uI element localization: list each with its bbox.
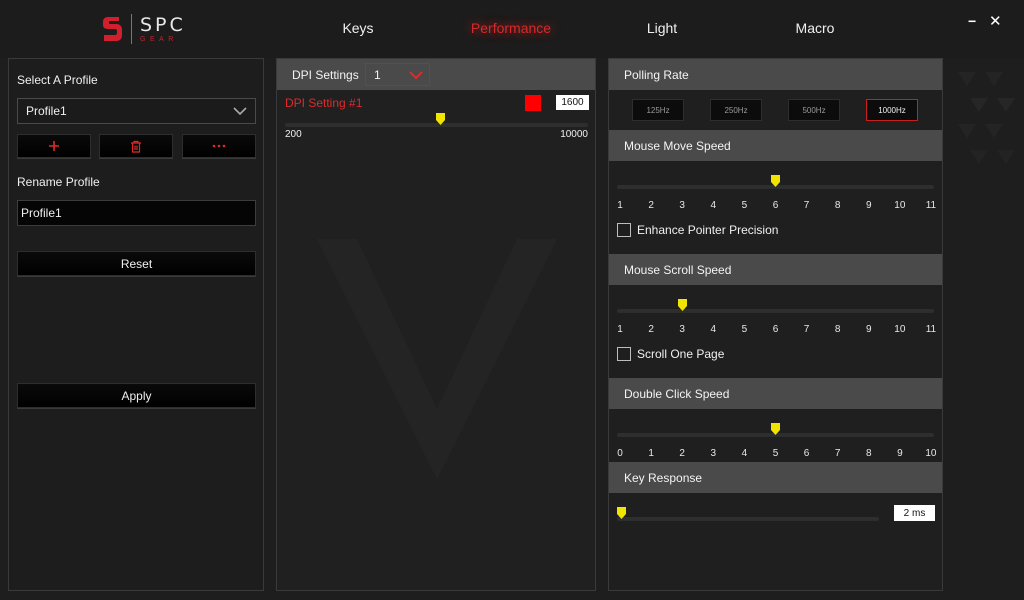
rename-profile-label: Rename Profile: [17, 175, 100, 189]
profile-dropdown[interactable]: Profile1: [17, 98, 256, 124]
key-response-value[interactable]: 2 ms: [894, 505, 935, 521]
spc-logo-mark-icon: [103, 17, 122, 41]
polling-500hz-button[interactable]: 500Hz: [788, 99, 840, 121]
dpi-value-input[interactable]: 1600: [556, 95, 589, 110]
double-click-ticks: 0 1 2 3 4 5 6 7 8 9 10: [617, 448, 937, 459]
spc-gear-logo: SPC GEAR: [100, 12, 186, 46]
polling-1000hz-button[interactable]: 1000Hz: [866, 99, 918, 121]
chevron-down-icon: [233, 107, 247, 116]
scroll-speed-ticks: 1 2 3 4 5 6 7 8 9 10 11: [617, 324, 937, 335]
ellipsis-icon: [212, 144, 226, 148]
apply-button[interactable]: Apply: [17, 383, 256, 408]
move-speed-thumb[interactable]: [771, 175, 780, 187]
scroll-speed-track[interactable]: [617, 309, 934, 313]
more-options-button[interactable]: [182, 134, 256, 158]
scroll-speed-header: Mouse Scroll Speed: [609, 254, 942, 285]
move-speed-ticks: 1 2 3 4 5 6 7 8 9 10 11: [617, 200, 937, 211]
chevron-down-icon: [409, 71, 423, 80]
minimize-button[interactable]: −: [968, 14, 976, 28]
tab-light[interactable]: Light: [647, 20, 677, 36]
dpi-max-label: 10000: [560, 129, 588, 140]
dpi-level-dropdown[interactable]: 1: [365, 63, 430, 86]
dpi-level-value: 1: [374, 67, 381, 82]
dpi-settings-title: DPI Settings: [292, 67, 359, 82]
polling-125hz-button[interactable]: 125Hz: [632, 99, 684, 121]
trash-icon: [131, 140, 141, 153]
key-response-header: Key Response: [609, 462, 942, 493]
scroll-one-page-checkbox[interactable]: [617, 347, 631, 361]
dpi-setting-label: DPI Setting #1: [285, 96, 363, 110]
dpi-slider-thumb[interactable]: [436, 113, 446, 125]
dpi-color-swatch[interactable]: [525, 95, 541, 111]
dpi-panel: DPI Settings 1 DPI Setting #1 1600 200 1…: [276, 58, 596, 591]
dpi-settings-header: DPI Settings 1: [277, 59, 595, 90]
enhance-pointer-precision-checkbox[interactable]: [617, 223, 631, 237]
polling-rate-header: Polling Rate: [609, 59, 942, 90]
title-bar: SPC GEAR Keys Performance Light Macro − …: [0, 0, 1024, 58]
plus-icon: [49, 141, 59, 151]
profile-panel: Select A Profile Profile1 Rename Profile…: [8, 58, 264, 591]
key-response-thumb[interactable]: [617, 507, 626, 519]
move-speed-header: Mouse Move Speed: [609, 130, 942, 161]
reset-button[interactable]: Reset: [17, 251, 256, 276]
close-button[interactable]: ✕: [989, 14, 1002, 29]
tab-macro[interactable]: Macro: [796, 20, 835, 36]
select-profile-label: Select A Profile: [17, 73, 98, 87]
dpi-min-label: 200: [285, 129, 302, 140]
key-response-track[interactable]: [617, 517, 879, 521]
scroll-speed-thumb[interactable]: [677, 299, 687, 311]
scroll-one-page-label: Scroll One Page: [637, 347, 725, 361]
settings-panel: Polling Rate 125Hz 250Hz 500Hz 1000Hz Mo…: [608, 58, 943, 591]
polling-250hz-button[interactable]: 250Hz: [710, 99, 762, 121]
double-click-header: Double Click Speed: [609, 378, 942, 409]
delete-profile-button[interactable]: [99, 134, 173, 158]
add-profile-button[interactable]: [17, 134, 91, 158]
tab-keys[interactable]: Keys: [342, 20, 373, 36]
background-pattern: [317, 239, 557, 479]
profile-dropdown-value: Profile1: [26, 104, 67, 118]
rename-profile-input[interactable]: Profile1: [17, 200, 256, 226]
double-click-thumb[interactable]: [771, 423, 780, 435]
tab-performance[interactable]: Performance: [471, 20, 551, 36]
enhance-pointer-precision-label: Enhance Pointer Precision: [637, 223, 779, 237]
brand-name: SPC: [140, 13, 186, 36]
brand-subtitle: GEAR: [140, 35, 178, 43]
